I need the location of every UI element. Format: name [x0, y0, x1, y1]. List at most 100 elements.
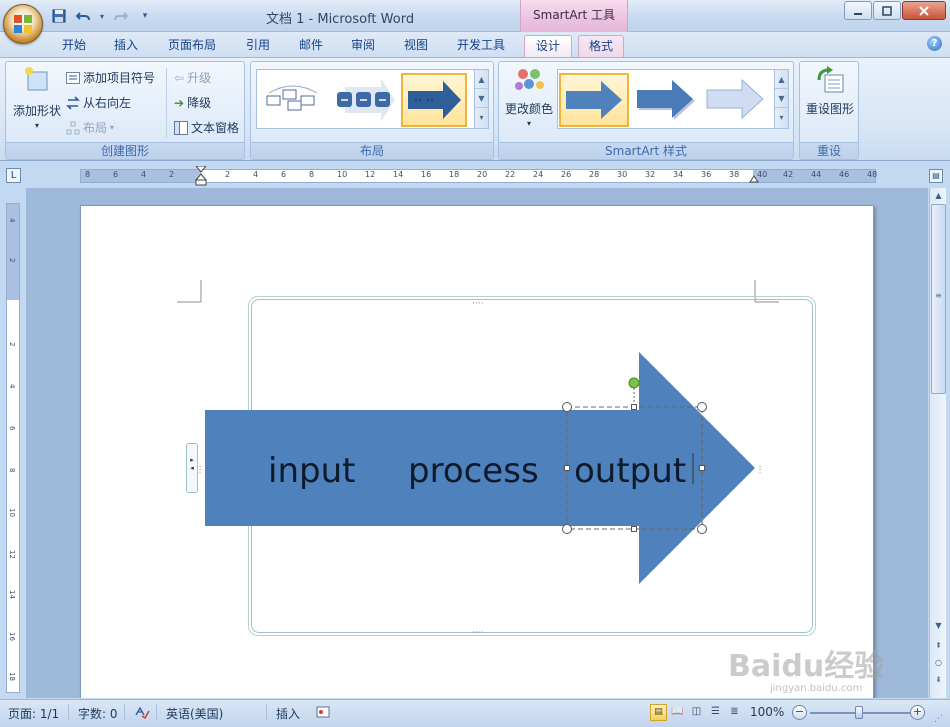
- outline-view-icon[interactable]: ☰: [707, 704, 724, 721]
- gallery-down-icon[interactable]: ▼: [475, 89, 488, 108]
- close-button[interactable]: [902, 1, 946, 20]
- draft-view-icon[interactable]: ≣: [726, 704, 743, 721]
- horizontal-ruler[interactable]: 8 6 4 2 2 4 6 8 10 12 14 16 18 20 22 24 26 28 30 32 34 36 38 40…: [80, 166, 877, 186]
- tab-design[interactable]: 设计: [524, 35, 572, 57]
- word-count[interactable]: 字数: 0: [78, 705, 118, 722]
- zoom-out-icon[interactable]: −: [792, 705, 807, 720]
- save-icon[interactable]: [50, 7, 68, 25]
- zoom-slider-thumb[interactable]: [855, 706, 863, 719]
- minimize-button[interactable]: [844, 1, 872, 20]
- ruler-tick-label: 2: [169, 170, 175, 179]
- resize-handle-right[interactable]: [699, 465, 705, 471]
- tab-mailings[interactable]: 邮件: [289, 35, 333, 57]
- help-icon[interactable]: ?: [927, 36, 942, 51]
- title-bar: ▾ ▾ 文档 1 - Microsoft Word SmartArt 工具: [0, 0, 950, 32]
- layouts-group: ▲ ▼ ▾ 布局: [250, 61, 494, 160]
- undo-icon[interactable]: [74, 7, 92, 25]
- tab-page-layout[interactable]: 页面布局: [160, 35, 224, 57]
- office-button[interactable]: [3, 4, 43, 44]
- previous-page-icon[interactable]: ⇞: [931, 638, 946, 653]
- layout-option-3-selected[interactable]: [401, 73, 467, 127]
- layout-option-2[interactable]: [331, 73, 397, 127]
- smartart-item-output[interactable]: output: [574, 451, 686, 491]
- reset-graphic-button[interactable]: 重设图形: [802, 66, 858, 117]
- style-option-3[interactable]: [703, 73, 769, 127]
- quick-access-toolbar: ▾ ▾: [50, 7, 154, 25]
- gallery-more-icon[interactable]: ▾: [475, 108, 488, 127]
- next-page-icon[interactable]: ⇟: [931, 672, 946, 687]
- resize-handle-left[interactable]: [564, 465, 570, 471]
- scroll-down-icon[interactable]: ▼: [931, 618, 946, 633]
- print-layout-view-icon[interactable]: ▤: [650, 704, 667, 721]
- page-count[interactable]: 页面: 1/1: [8, 705, 59, 722]
- view-buttons: ▤ 📖 ◫ ☰ ≣: [650, 704, 743, 721]
- layouts-gallery-scroll[interactable]: ▲ ▼ ▾: [474, 70, 488, 128]
- resize-handle-top[interactable]: [631, 404, 637, 410]
- redo-icon[interactable]: [112, 7, 130, 25]
- tab-view[interactable]: 视图: [394, 35, 438, 57]
- styles-gallery-more-icon[interactable]: ▾: [775, 108, 788, 127]
- smartart-item-input[interactable]: input: [268, 451, 355, 491]
- select-browse-object-icon[interactable]: ○: [931, 655, 946, 670]
- resize-handle-bottom-right[interactable]: [697, 524, 707, 534]
- smartart-item-process[interactable]: process: [408, 451, 539, 491]
- zoom-level[interactable]: 100%: [750, 705, 784, 719]
- layout-button[interactable]: 布局 ▾: [66, 119, 114, 136]
- vertical-ruler[interactable]: 4 2 2 4 6 8 10 12 14 16 18: [6, 203, 20, 693]
- styles-gallery-up-icon[interactable]: ▲: [775, 70, 788, 89]
- layout-upward-arrow-icon: [408, 81, 461, 119]
- add-shape-icon: [25, 67, 48, 91]
- tab-insert[interactable]: 插入: [104, 35, 148, 57]
- customize-qat-icon[interactable]: ▾: [136, 7, 154, 25]
- tab-home[interactable]: 开始: [52, 35, 96, 57]
- ruler-tick-label: 10: [337, 170, 348, 179]
- demote-button[interactable]: ➔ 降级: [174, 94, 211, 111]
- resize-handle-top-left[interactable]: [562, 402, 572, 412]
- restore-button[interactable]: [873, 1, 901, 20]
- undo-dropdown-icon[interactable]: ▾: [98, 7, 106, 25]
- indent-marker-icon[interactable]: [195, 166, 207, 186]
- add-shape-button[interactable]: 添加形状 ▾: [8, 66, 66, 130]
- proofing-icon[interactable]: [134, 705, 150, 722]
- ribbon-tab-bar: 开始 插入 页面布局 引用 邮件 审阅 视图 开发工具 设计 格式: [0, 32, 950, 57]
- tab-format[interactable]: 格式: [578, 35, 624, 57]
- layout-option-1[interactable]: [261, 73, 327, 127]
- document-area[interactable]: ▸ ◂ ···· ···· ··· ··· input process outpu…: [26, 188, 928, 698]
- promote-button[interactable]: ⇦ 升级: [174, 69, 211, 86]
- zoom-in-icon[interactable]: +: [910, 705, 925, 720]
- ruler-tick-label: 26: [561, 170, 572, 179]
- ruler-tick-label: 6: [281, 170, 287, 179]
- scrollbar-thumb[interactable]: ≡: [931, 204, 946, 394]
- tab-developer[interactable]: 开发工具: [449, 35, 513, 57]
- styles-gallery-down-icon[interactable]: ▼: [775, 89, 788, 108]
- macro-recording-icon[interactable]: [316, 705, 330, 722]
- style-option-2[interactable]: [633, 73, 699, 127]
- tab-selector-icon[interactable]: L: [6, 168, 21, 183]
- language-indicator[interactable]: 英语(美国): [166, 705, 223, 722]
- styles-gallery-scroll[interactable]: ▲ ▼ ▾: [774, 70, 788, 128]
- tab-review[interactable]: 审阅: [341, 35, 385, 57]
- layouts-group-label: 布局: [251, 142, 493, 159]
- change-colors-dropdown-icon: ▾: [526, 119, 531, 128]
- scroll-up-icon[interactable]: ▲: [931, 188, 946, 203]
- full-screen-reading-view-icon[interactable]: 📖: [669, 704, 686, 721]
- resize-handle-bottom-left[interactable]: [562, 524, 572, 534]
- insert-mode-indicator[interactable]: 插入: [276, 705, 300, 722]
- resize-grip-icon[interactable]: ⋰: [934, 714, 943, 724]
- right-indent-marker-icon[interactable]: [749, 173, 759, 183]
- group-divider: [166, 68, 167, 138]
- view-ruler-icon[interactable]: ▤: [929, 169, 943, 183]
- vertical-scrollbar[interactable]: ▲ ≡ ▼ ⇞ ○ ⇟: [929, 188, 946, 698]
- gallery-up-icon[interactable]: ▲: [475, 70, 488, 89]
- resize-handle-top-right[interactable]: [697, 402, 707, 412]
- right-to-left-button[interactable]: 从右向左: [66, 94, 131, 111]
- web-layout-view-icon[interactable]: ◫: [688, 704, 705, 721]
- text-pane-button[interactable]: 文本窗格: [174, 119, 239, 136]
- window-title: 文档 1 - Microsoft Word: [266, 12, 415, 27]
- document-page[interactable]: ▸ ◂ ···· ···· ··· ··· input process outpu…: [80, 205, 874, 698]
- tab-references[interactable]: 引用: [236, 35, 280, 57]
- change-colors-button[interactable]: 更改颜色 ▾: [501, 66, 557, 128]
- resize-handle-bottom[interactable]: [631, 526, 637, 532]
- style-option-1-selected[interactable]: [559, 73, 629, 127]
- add-bullet-button[interactable]: 添加项目符号: [66, 69, 155, 86]
